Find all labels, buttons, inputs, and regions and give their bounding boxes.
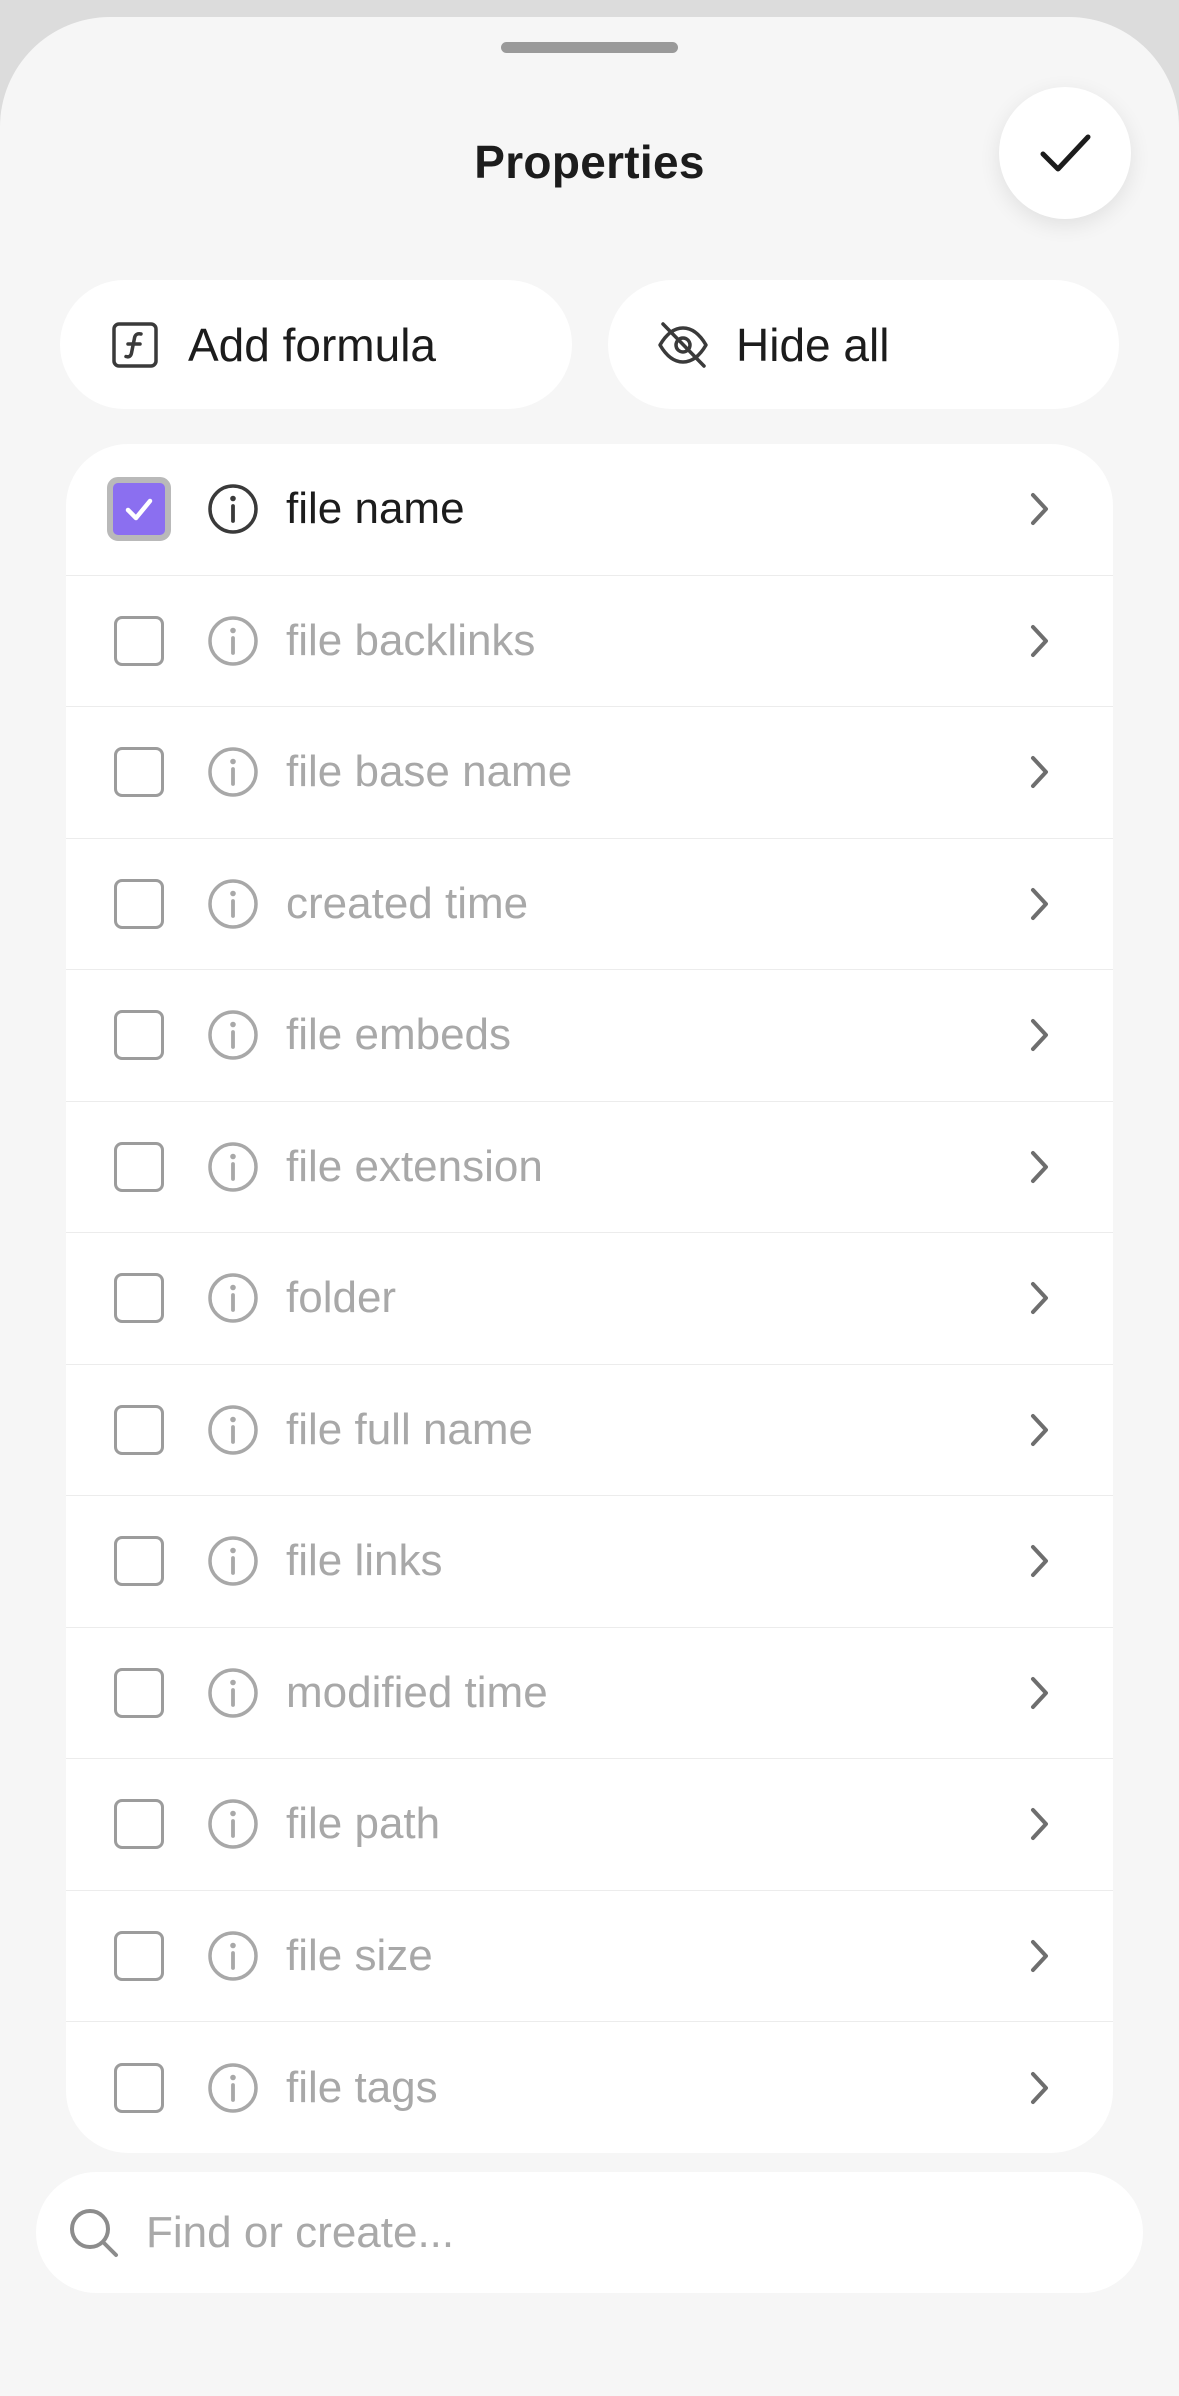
chevron-right-icon[interactable] — [1021, 1408, 1057, 1452]
chevron-right-icon[interactable] — [1021, 1145, 1057, 1189]
info-icon[interactable] — [206, 745, 260, 799]
hide-all-button[interactable]: Hide all — [608, 280, 1119, 409]
search-icon — [64, 2203, 124, 2263]
info-icon[interactable] — [206, 1797, 260, 1851]
property-checkbox[interactable] — [114, 1667, 164, 1718]
property-row[interactable]: file tags — [66, 2022, 1113, 2153]
search-bar[interactable] — [36, 2172, 1143, 2293]
info-icon[interactable] — [206, 1008, 260, 1062]
property-checkbox[interactable] — [114, 1536, 164, 1587]
property-row[interactable]: file backlinks — [66, 576, 1113, 707]
info-icon[interactable] — [206, 1534, 260, 1588]
property-checkbox[interactable] — [114, 1930, 164, 1981]
chevron-right-icon[interactable] — [1021, 1013, 1057, 1057]
formula-icon — [108, 318, 162, 372]
chevron-right-icon[interactable] — [1021, 1539, 1057, 1583]
property-checkbox[interactable] — [114, 1273, 164, 1324]
property-row[interactable]: file full name — [66, 1365, 1113, 1496]
info-icon[interactable] — [206, 1403, 260, 1457]
chevron-right-icon[interactable] — [1021, 1276, 1057, 1320]
property-row[interactable]: file path — [66, 1759, 1113, 1891]
property-label: file size — [286, 1930, 433, 1980]
property-row[interactable]: file extension — [66, 1102, 1113, 1233]
eye-off-icon — [656, 318, 710, 372]
chevron-right-icon[interactable] — [1021, 750, 1057, 794]
search-input[interactable] — [144, 2206, 1088, 2259]
info-icon[interactable] — [206, 877, 260, 931]
info-icon[interactable] — [206, 1140, 260, 1194]
hide-all-label: Hide all — [736, 318, 890, 371]
property-label: file embeds — [286, 1010, 512, 1060]
properties-list: file name file backlinks file base name cre… — [66, 444, 1113, 2153]
property-row[interactable]: modified time — [66, 1628, 1113, 1759]
property-checkbox[interactable] — [107, 477, 171, 542]
property-row[interactable]: file links — [66, 1496, 1113, 1628]
property-label: file path — [286, 1799, 441, 1849]
property-row[interactable]: created time — [66, 839, 1113, 970]
checkmark-icon — [125, 499, 153, 521]
property-label: file backlinks — [286, 615, 536, 665]
property-checkbox[interactable] — [114, 1010, 164, 1061]
property-label: file tags — [286, 2062, 438, 2112]
property-checkbox[interactable] — [114, 747, 164, 798]
property-label: file full name — [286, 1404, 534, 1454]
property-checkbox[interactable] — [114, 1404, 164, 1455]
chevron-right-icon[interactable] — [1021, 2066, 1057, 2110]
property-checkbox[interactable] — [114, 2062, 164, 2113]
property-label: file extension — [286, 1141, 543, 1191]
property-label: folder — [286, 1273, 397, 1323]
chevron-right-icon[interactable] — [1021, 1934, 1057, 1978]
chevron-right-icon[interactable] — [1021, 1802, 1057, 1846]
info-icon[interactable] — [206, 1929, 260, 1983]
property-row[interactable]: folder — [66, 1233, 1113, 1365]
property-checkbox[interactable] — [114, 878, 164, 929]
info-icon[interactable] — [206, 482, 260, 536]
done-button[interactable] — [999, 87, 1131, 219]
property-label: file base name — [286, 747, 573, 797]
property-label: file links — [286, 1536, 443, 1586]
property-label: file name — [286, 484, 465, 534]
info-icon[interactable] — [206, 1666, 260, 1720]
properties-sheet: Properties Add formula Hide all file nam… — [0, 17, 1179, 2396]
drag-handle[interactable] — [501, 42, 678, 53]
property-checkbox[interactable] — [114, 615, 164, 666]
checkmark-icon — [1040, 134, 1091, 172]
add-formula-button[interactable]: Add formula — [60, 280, 572, 409]
property-row[interactable]: file size — [66, 1891, 1113, 2022]
info-icon[interactable] — [206, 1271, 260, 1325]
info-icon[interactable] — [206, 614, 260, 668]
add-formula-label: Add formula — [188, 318, 437, 371]
property-row[interactable]: file embeds — [66, 970, 1113, 1102]
property-checkbox[interactable] — [114, 1141, 164, 1192]
chevron-right-icon[interactable] — [1021, 882, 1057, 926]
property-checkbox[interactable] — [114, 1799, 164, 1850]
property-label: modified time — [286, 1667, 548, 1717]
chevron-right-icon[interactable] — [1021, 1671, 1057, 1715]
property-row[interactable]: file base name — [66, 707, 1113, 839]
info-icon[interactable] — [206, 2061, 260, 2115]
property-row[interactable]: file name — [66, 444, 1113, 576]
chevron-right-icon[interactable] — [1021, 619, 1057, 663]
property-label: created time — [286, 878, 529, 928]
chevron-right-icon[interactable] — [1021, 487, 1057, 531]
